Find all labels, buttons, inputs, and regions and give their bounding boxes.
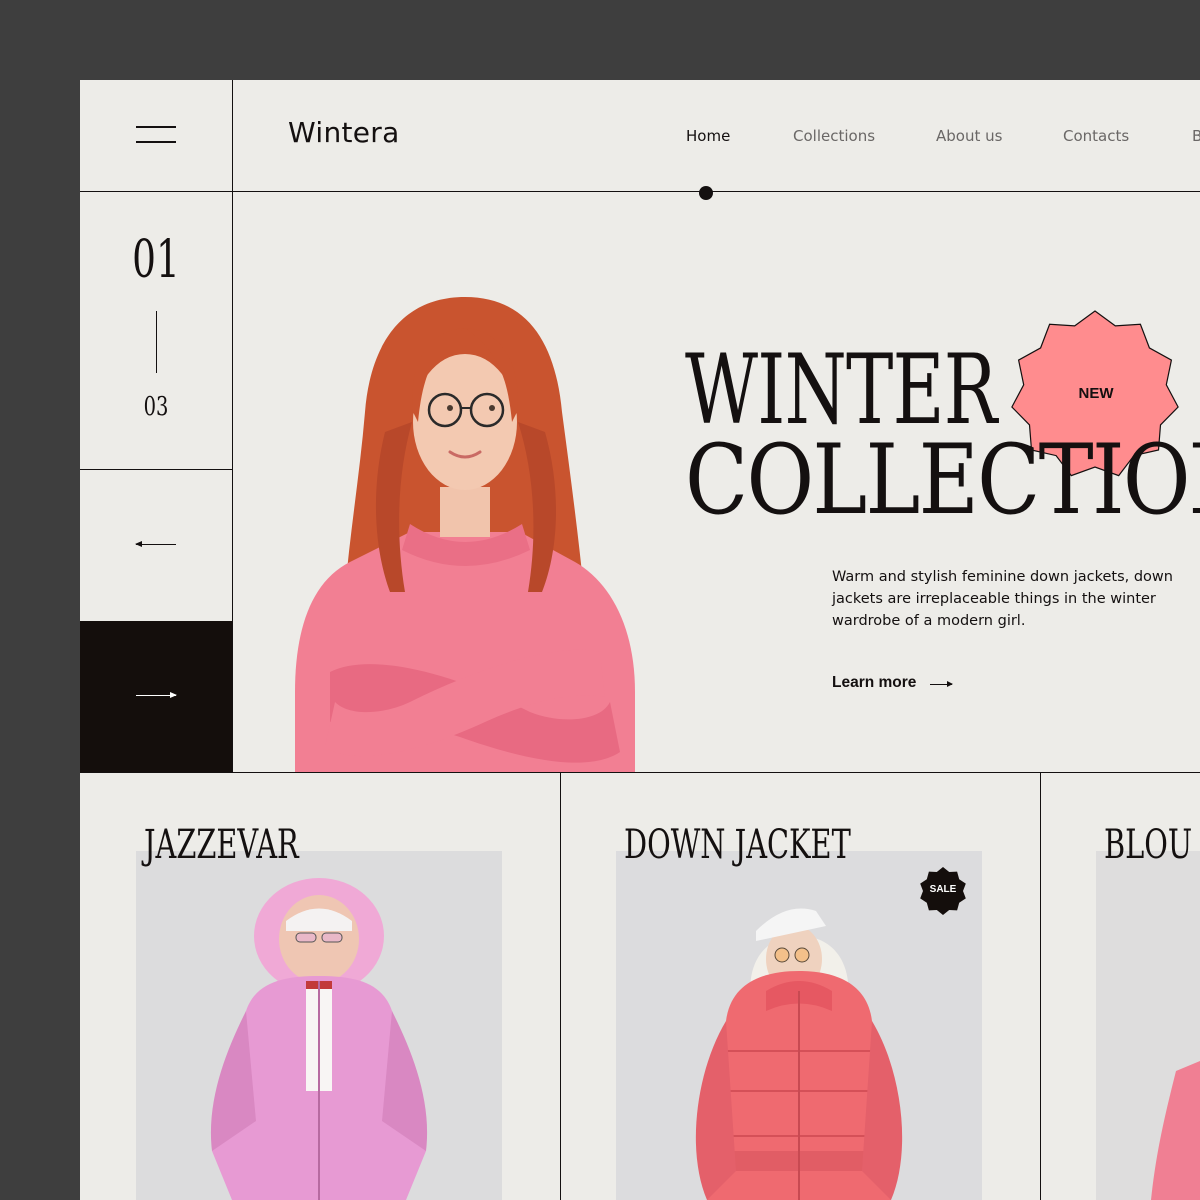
- product-title-down-jacket[interactable]: DOWN JACKET: [624, 822, 851, 868]
- page-frame: Wintera Home Collections About us Contac…: [80, 80, 1200, 1200]
- arrow-right-icon: [136, 692, 177, 698]
- divider-vertical-left: [232, 80, 233, 772]
- next-slide-button[interactable]: [80, 621, 232, 772]
- hero-model-image: [295, 297, 635, 772]
- product-image-jazzevar[interactable]: [136, 851, 502, 1200]
- hero-description: Warm and stylish feminine down jackets, …: [832, 569, 1173, 629]
- arrow-right-icon[interactable]: [930, 681, 953, 687]
- new-badge-label: NEW: [1078, 385, 1114, 402]
- slide-divider: [156, 311, 157, 373]
- prev-slide-button[interactable]: [80, 470, 232, 621]
- hero-title-line-2: COLLECTION: [685, 424, 1200, 536]
- product-title-blouse[interactable]: BLOU: [1104, 822, 1192, 868]
- product-title-jazzevar[interactable]: JAZZEVAR: [144, 822, 299, 868]
- product-image-blouse[interactable]: [1096, 851, 1200, 1200]
- slide-total: 03: [143, 392, 169, 422]
- sale-badge-label: SALE: [929, 884, 957, 895]
- divider-card-2: [1040, 772, 1041, 1200]
- nav-collections[interactable]: Collections: [793, 127, 875, 145]
- nav-home[interactable]: Home: [686, 127, 730, 145]
- arrow-left-icon: [135, 541, 176, 547]
- active-nav-indicator: [699, 186, 713, 200]
- nav-more[interactable]: B: [1192, 127, 1200, 145]
- divider-card-1: [560, 772, 561, 1200]
- slide-current: 01: [132, 230, 180, 290]
- learn-more-link[interactable]: Learn more: [832, 674, 916, 692]
- divider-header: [80, 191, 1200, 192]
- nav-about-us[interactable]: About us: [936, 127, 1002, 145]
- nav-contacts[interactable]: Contacts: [1063, 127, 1129, 145]
- divider-hero: [80, 772, 1200, 773]
- menu-cell: [80, 80, 232, 191]
- hamburger-icon[interactable]: [136, 126, 176, 146]
- logo[interactable]: Wintera: [288, 116, 400, 149]
